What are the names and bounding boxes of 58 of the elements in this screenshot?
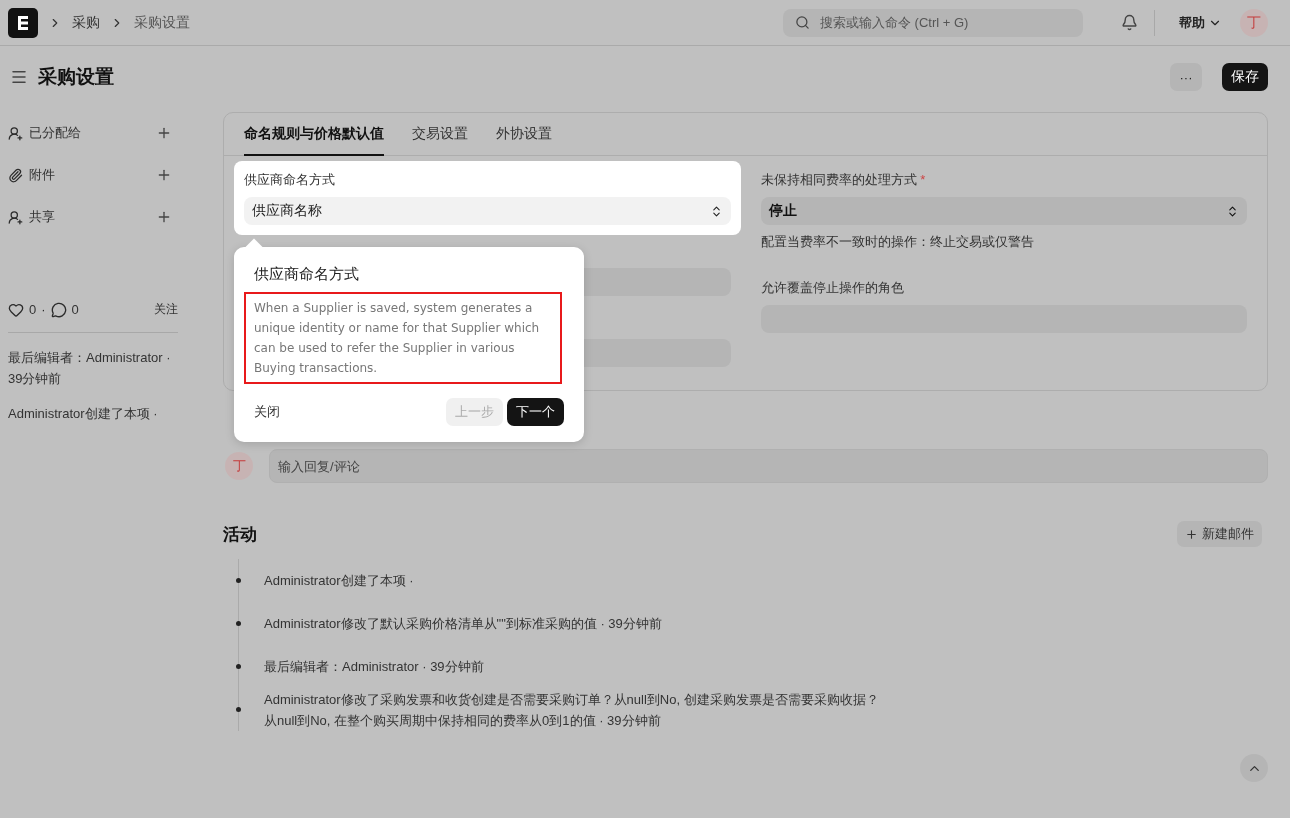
comment-count: 0 <box>71 302 79 317</box>
tab[interactable]: 命名规则与价格默认值 <box>244 113 384 156</box>
like-count: 0 <box>29 302 37 317</box>
help-menu[interactable]: 帮助 <box>1171 13 1230 32</box>
user-avatar: 丁 <box>225 452 253 480</box>
follow-link[interactable]: 关注 <box>154 301 178 318</box>
add-icon[interactable] <box>156 167 172 183</box>
save-button[interactable]: 保存 <box>1222 63 1268 91</box>
paperclip-icon <box>8 167 23 183</box>
sidebar-label: 附件 <box>29 166 56 184</box>
field-label: 供应商命名方式 <box>244 171 336 189</box>
add-icon[interactable] <box>156 125 172 141</box>
app-logo[interactable] <box>8 7 38 38</box>
search-input[interactable]: 搜索或输入命令 (Ctrl + G) <box>818 14 1071 31</box>
activity-text: Administrator修改了采购发票和收货创建是否需要采购订单？从null到No, 创建采购发票是否需要采购收据？ <box>264 690 879 709</box>
tab[interactable]: 交易设置 <box>412 113 468 156</box>
timeline-dot <box>236 707 241 712</box>
select-field[interactable]: 供应商名称 <box>244 197 731 225</box>
page-title: 采购设置 <box>38 65 114 89</box>
tab[interactable]: 外协设置 <box>496 113 552 156</box>
next-button[interactable]: 下一个 <box>507 398 564 426</box>
search-icon <box>795 15 810 30</box>
menu-icon[interactable] <box>10 68 28 86</box>
new-email-button[interactable]: 新建邮件 <box>1177 521 1262 547</box>
activity-text: Administrator修改了默认采购价格清单从""到标准采购的值 · 39分钟前 <box>264 615 662 633</box>
bell-icon[interactable] <box>1121 14 1138 31</box>
comment-field[interactable]: 输入回复/评论 <box>269 449 1268 483</box>
add-icon[interactable] <box>156 209 172 225</box>
plus-icon <box>1185 527 1198 541</box>
close-button[interactable]: 关闭 <box>254 403 280 421</box>
popover-description: When a Supplier is saved, system generates a unique identity or name for that Supplier which can be used to refer the Supplier in various Buying transactions. <box>244 292 562 384</box>
field-description: 配置当费率不一致时的操作：终止交易或仅警告 <box>760 233 1035 251</box>
last-edited-text: 最后编辑者：Administrator · 39分钟前 <box>8 349 172 388</box>
field-label: 未保持相同费率的处理方式 * <box>760 171 927 189</box>
activity-text: Administrator创建了本项 · <box>264 572 414 590</box>
comment-icon[interactable] <box>50 301 67 318</box>
required-mark: * <box>919 172 926 187</box>
timeline-dot <box>236 621 241 626</box>
select-field[interactable]: 停止 <box>760 197 1247 225</box>
breadcrumb-link[interactable]: 采购 <box>72 13 100 32</box>
created-text: Administrator创建了本项 · <box>8 405 159 423</box>
section-title: 活动 <box>223 523 257 546</box>
activity-text: 最后编辑者：Administrator · 39分钟前 <box>264 658 484 676</box>
timeline-dot <box>236 578 241 583</box>
activity-text: 从null到No, 在整个购买周期中保持相同的费率从0到1的值 · 39分钟前 <box>264 711 662 730</box>
user-plus-icon <box>8 209 23 225</box>
breadcrumb-link[interactable]: 采购设置 <box>134 13 190 32</box>
heart-icon[interactable] <box>8 301 24 318</box>
more-button[interactable]: ··· <box>1170 63 1202 91</box>
sidebar-label: 共享 <box>29 208 56 226</box>
field-label: 允许覆盖停止操作的角色 <box>760 279 905 297</box>
updown-icon <box>1226 204 1239 218</box>
popover-title: 供应商命名方式 <box>254 265 360 284</box>
user-plus-icon <box>8 125 23 141</box>
timeline-dot <box>236 664 241 669</box>
sidebar-label: 已分配给 <box>29 124 82 142</box>
separator-dot: · <box>41 302 46 317</box>
search-field[interactable]: 搜索或输入命令 (Ctrl + G) <box>783 8 1083 37</box>
